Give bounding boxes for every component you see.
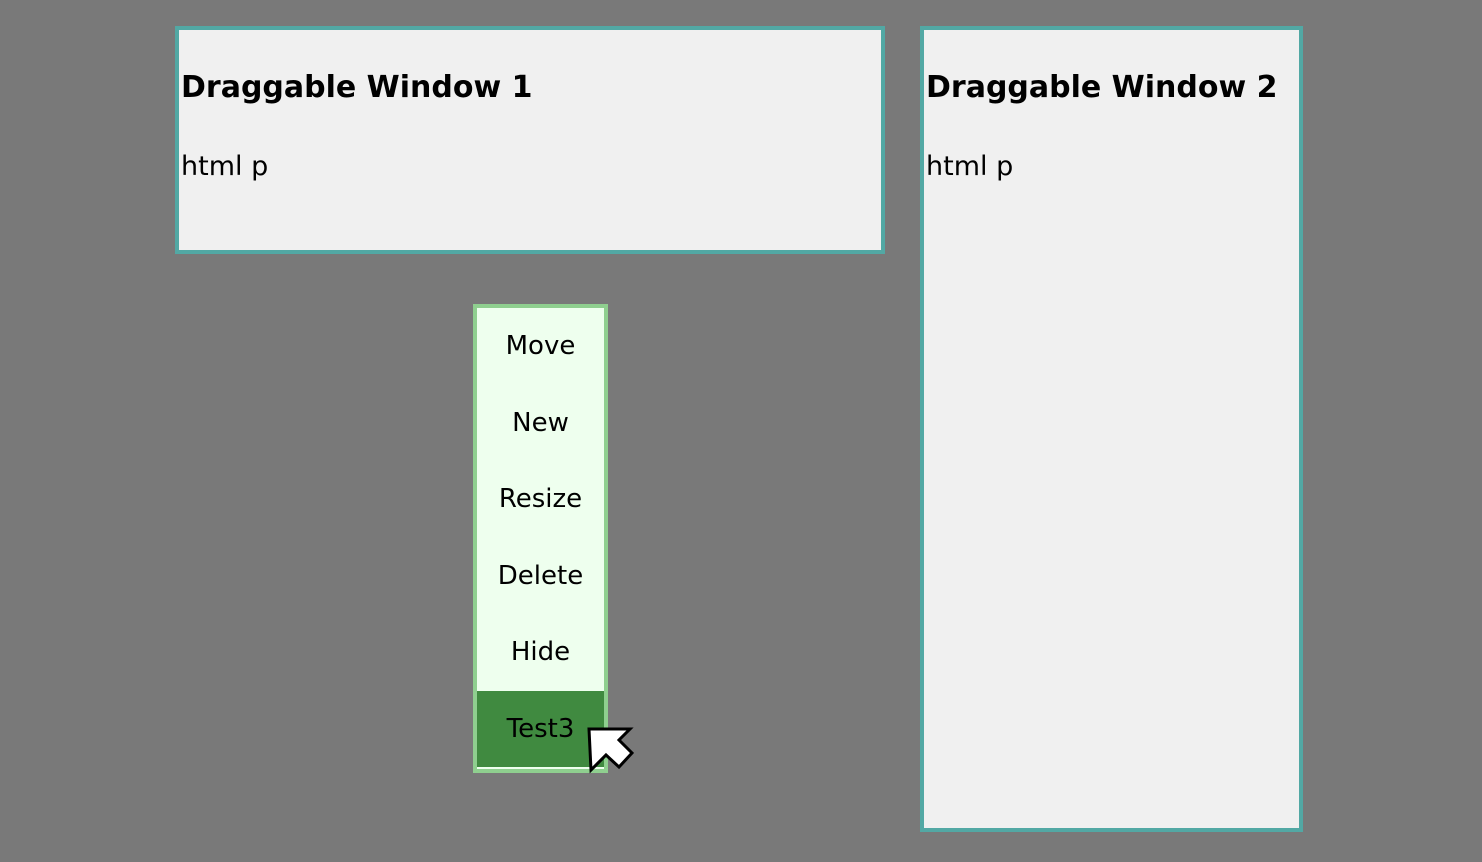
- window-body-text: html p: [181, 151, 269, 182]
- draggable-window-2[interactable]: Draggable Window 2 html p: [920, 26, 1303, 832]
- window-title: Draggable Window 2: [926, 70, 1278, 105]
- menu-item-move[interactable]: Move: [477, 308, 604, 385]
- menu-item-new[interactable]: New: [477, 385, 604, 462]
- context-menu: Move New Resize Delete Hide Test3: [473, 304, 608, 773]
- menu-item-delete[interactable]: Delete: [477, 538, 604, 615]
- menu-item-hide[interactable]: Hide: [477, 614, 604, 691]
- menu-item-resize[interactable]: Resize: [477, 461, 604, 538]
- window-title: Draggable Window 1: [181, 70, 533, 105]
- menu-item-test3[interactable]: Test3: [477, 690, 604, 767]
- mouse-pointer-icon: [587, 727, 634, 774]
- draggable-window-1[interactable]: Draggable Window 1 html p: [175, 26, 885, 254]
- window-body-text: html p: [926, 151, 1014, 182]
